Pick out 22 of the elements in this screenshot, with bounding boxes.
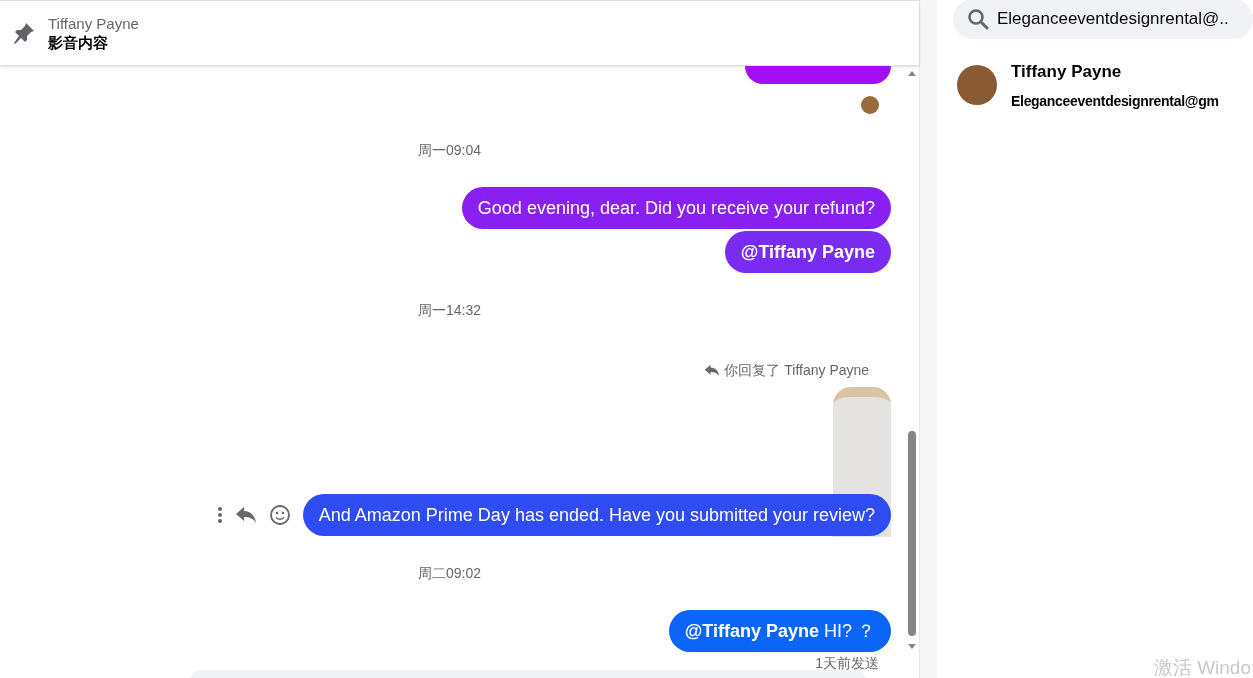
- message-bubble: And Amazon Prime Day has ended. Have you submitted your review?: [302, 494, 892, 536]
- message-bubble: @Tiffany Payne HI? ？: [668, 610, 892, 652]
- avatar: [861, 96, 880, 114]
- pinned-title: 影音内容: [48, 32, 109, 53]
- contact-avatar: [957, 65, 997, 106]
- more-icon[interactable]: [216, 506, 223, 524]
- message-bubble: @Tiffany Payne: [724, 231, 892, 273]
- timestamp: 周二09:02: [418, 565, 482, 581]
- reply-note: 你回复了 Tiffany Payne: [724, 361, 870, 380]
- pinned-by: Tiffany Payne: [48, 13, 139, 33]
- timestamp: 周一14:32: [418, 302, 482, 318]
- pin-icon: [12, 21, 36, 45]
- reply-icon: [704, 364, 721, 377]
- reply-icon[interactable]: [234, 506, 257, 524]
- search-icon: [967, 8, 989, 30]
- message-bubble: Good evening, dear. Did you receive your refund?: [461, 187, 892, 229]
- sent-status: 1天前发送: [815, 654, 880, 673]
- search-field[interactable]: Eleganceeventdesignrental@..: [953, 0, 1253, 39]
- timestamp: 周一09:04: [418, 142, 482, 158]
- contact-email: Eleganceeventdesignrental@gm: [1011, 91, 1219, 111]
- contact-name[interactable]: Tiffany Payne: [1011, 59, 1219, 85]
- smiley-icon[interactable]: [268, 504, 291, 526]
